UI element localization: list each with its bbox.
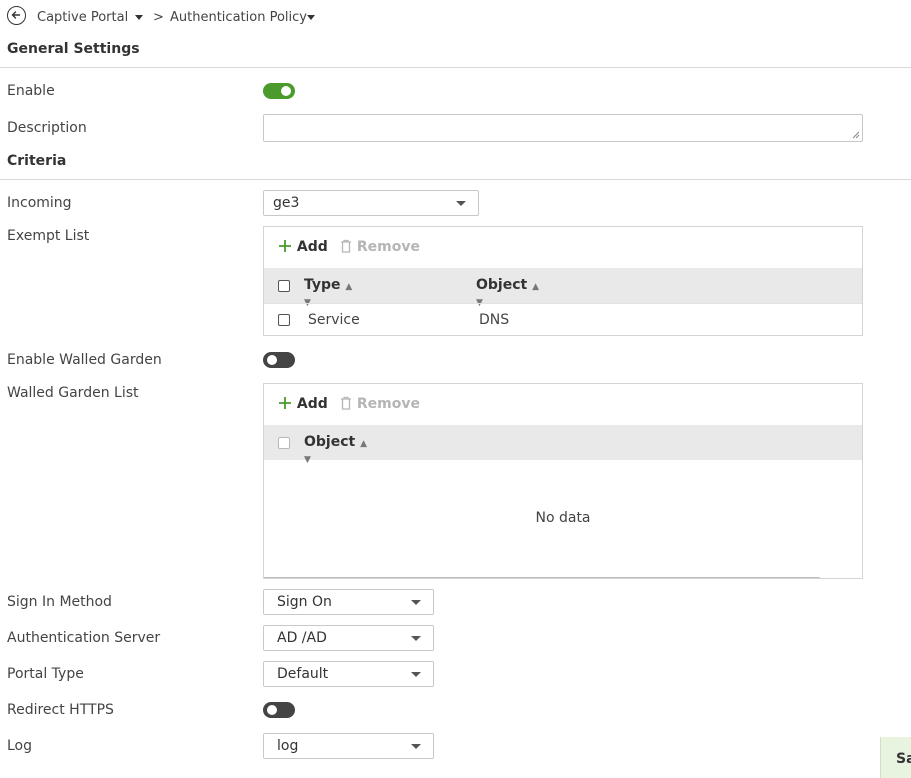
captive-portal-dropdown-icon[interactable] [135,15,143,20]
plus-icon [279,397,291,409]
row-object: DNS [479,312,510,328]
exempt-select-all-checkbox[interactable] [278,280,290,292]
authentication-policy-dropdown-icon[interactable] [307,15,315,20]
walled-garden-toggle[interactable] [263,352,295,368]
exempt-list-label: Exempt List [7,228,90,244]
sign-in-method-value: Sign On [277,594,332,610]
description-field[interactable] [263,114,863,142]
save-label: Sa [896,751,911,767]
general-settings-divider [0,67,911,68]
chevron-down-icon [411,636,421,641]
walled-add-label: Add [296,396,328,412]
back-arrow-icon [11,11,21,19]
back-button[interactable] [7,6,26,25]
save-button[interactable]: Sa [880,737,911,778]
exempt-remove-label: Remove [356,239,420,255]
portal-type-label: Portal Type [7,666,84,682]
description-label: Description [7,120,87,136]
chevron-down-icon [411,744,421,749]
table-row[interactable]: Service DNS [264,303,862,336]
breadcrumb-captive-portal[interactable]: Captive Portal [37,10,128,25]
exempt-add-button[interactable]: Add [278,239,328,255]
portal-type-select[interactable]: Default [263,661,434,687]
column-object-label: Object [304,434,356,450]
log-select[interactable]: log [263,733,434,759]
portal-type-value: Default [277,666,329,682]
authentication-server-value: AD /AD [277,630,327,646]
chevron-down-icon [411,600,421,605]
incoming-select[interactable]: ge3 [263,190,479,216]
redirect-https-toggle[interactable] [263,702,295,718]
exempt-remove-button[interactable]: Remove [340,239,420,255]
row-checkbox[interactable] [278,314,290,326]
trash-icon [341,396,351,410]
column-object-header[interactable]: Object ▲ ▼ [304,434,367,466]
resize-handle-icon[interactable] [852,131,860,139]
plus-icon [279,240,291,252]
walled-select-all-checkbox[interactable] [278,437,290,449]
log-label: Log [7,738,33,754]
authentication-server-label: Authentication Server [7,630,161,646]
walled-garden-list-label: Walled Garden List [7,385,139,401]
breadcrumb-authentication-policy[interactable]: Authentication Policy [170,10,307,25]
horizontal-scrollbar[interactable] [264,577,820,578]
column-type-label: Type [304,277,341,293]
redirect-https-label: Redirect HTTPS [7,702,114,718]
incoming-value: ge3 [273,195,300,211]
walled-garden-table: Add Remove Object ▲ ▼ No data [263,383,863,579]
chevron-down-icon [456,201,466,206]
chevron-down-icon [411,672,421,677]
walled-remove-label: Remove [356,396,420,412]
walled-add-button[interactable]: Add [278,396,328,412]
trash-icon [341,239,351,253]
log-value: log [277,738,299,754]
sign-in-method-select[interactable]: Sign On [263,589,434,615]
enable-label: Enable [7,83,55,99]
walled-remove-button[interactable]: Remove [340,396,420,412]
column-object-label: Object [476,277,528,293]
criteria-divider [0,179,911,180]
row-type: Service [308,312,360,328]
enable-walled-garden-label: Enable Walled Garden [7,352,162,368]
empty-state-text: No data [535,510,591,526]
criteria-title: Criteria [7,153,67,169]
exempt-add-label: Add [296,239,328,255]
authentication-server-select[interactable]: AD /AD [263,625,434,651]
sign-in-method-label: Sign In Method [7,594,112,610]
walled-table-header: Object ▲ ▼ [264,425,862,465]
breadcrumb-separator: > [153,10,164,25]
general-settings-title: General Settings [7,41,140,57]
incoming-label: Incoming [7,195,72,211]
exempt-list-table: Add Remove Type ▲ ▼ Object ▲ ▼ Service DNS [263,226,863,336]
exempt-table-header: Type ▲ ▼ Object ▲ ▼ [264,268,862,308]
enable-toggle[interactable] [263,83,295,99]
